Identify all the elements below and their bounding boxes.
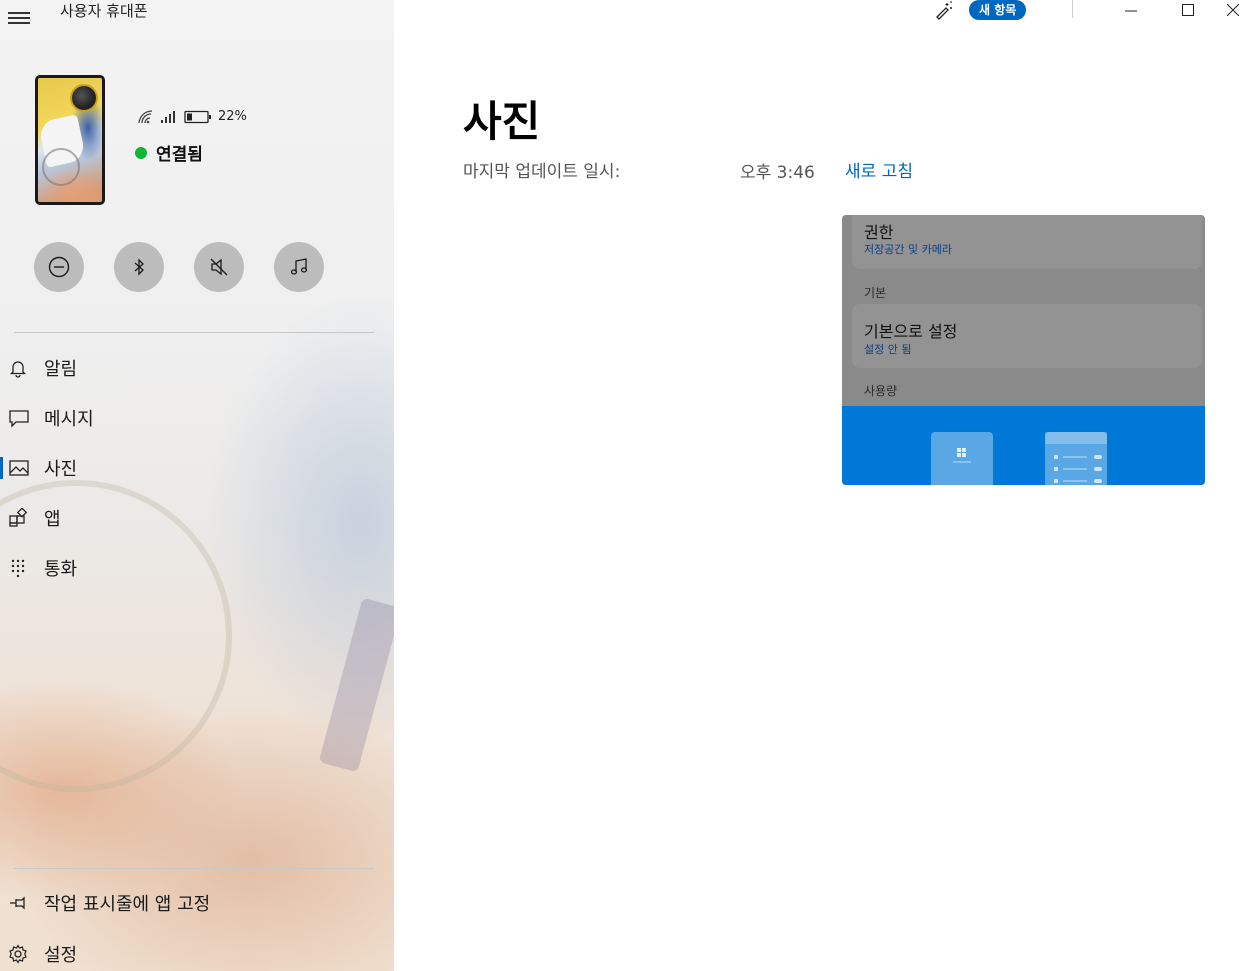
app-title: 사용자 휴대폰: [60, 2, 148, 20]
wifi-icon: [138, 109, 153, 123]
default-title: 기본으로 설정: [864, 322, 958, 341]
sidebar: 사용자 휴대폰 22% 연결됨 알림 메시지 사진 앱 통화 작업 표시줄에 앱…: [0, 0, 394, 971]
pin-to-taskbar-item[interactable]: 작업 표시줄에 앱 고정: [0, 883, 394, 923]
section-default-label: 기본: [864, 286, 887, 300]
wallpaper-decoration-2: [318, 597, 394, 773]
minus-circle-icon: [48, 256, 70, 278]
sidebar-item-label: 통화: [44, 559, 78, 580]
battery-level: 22%: [218, 109, 247, 124]
phone-thumbnail[interactable]: [35, 75, 105, 205]
pin-icon: [10, 896, 25, 910]
connection-status: 연결됨: [135, 140, 203, 165]
hamburger-menu-icon[interactable]: [8, 6, 30, 24]
photo-icon: [9, 460, 29, 476]
page-title: 사진: [463, 97, 541, 146]
settings-illustration: [1045, 432, 1107, 485]
media-button[interactable]: [274, 242, 324, 292]
sidebar-divider-top: [14, 332, 374, 333]
refresh-link[interactable]: 새로 고침: [845, 157, 913, 182]
sidebar-item-label: 메시지: [44, 409, 94, 430]
sidebar-item-apps[interactable]: 앱: [0, 498, 394, 538]
permission-title: 권한: [864, 223, 894, 242]
sidebar-item-label: 사진: [44, 459, 78, 480]
sidebar-item-label: 앱: [44, 509, 61, 530]
sidebar-item-calls[interactable]: 통화: [0, 548, 394, 588]
sidebar-item-photos[interactable]: 사진: [0, 448, 394, 488]
bluetooth-icon: [134, 258, 144, 276]
sidebar-item-label: 작업 표시줄에 앱 고정: [44, 894, 211, 915]
battery-icon: [184, 110, 211, 123]
sidebar-item-messages[interactable]: 메시지: [0, 398, 394, 438]
minimize-button[interactable]: [1108, 0, 1154, 20]
window-illustration: [931, 432, 993, 485]
section-usage-label: 사용량: [864, 384, 898, 398]
magic-wand-icon: [936, 1, 952, 20]
new-items-badge[interactable]: 새 항목: [969, 0, 1027, 20]
gear-icon: [9, 944, 27, 964]
sidebar-item-label: 알림: [44, 359, 78, 380]
sidebar-divider-bottom: [14, 868, 374, 869]
dialpad-icon: [11, 559, 25, 578]
maximize-button[interactable]: [1165, 0, 1211, 20]
do-not-disturb-button[interactable]: [34, 242, 84, 292]
mute-button[interactable]: [194, 242, 244, 292]
magic-wand-button[interactable]: [934, 0, 954, 24]
music-note-icon: [290, 258, 308, 275]
default-subtitle: 설정 안 됨: [864, 343, 912, 356]
bell-icon: [9, 361, 27, 378]
sidebar-item-label: 설정: [44, 945, 78, 966]
minimize-icon: [1125, 10, 1137, 12]
sidebar-item-notifications[interactable]: 알림: [0, 348, 394, 388]
connection-label: 연결됨: [156, 145, 203, 165]
speaker-mute-icon: [210, 258, 228, 276]
chat-icon: [9, 410, 29, 428]
maximize-icon: [1182, 4, 1194, 16]
default-row: 기본으로 설정 설정 안 됨: [852, 304, 1202, 368]
close-button[interactable]: [1215, 0, 1251, 20]
titlebar-separator: [1072, 0, 1073, 18]
settings-item[interactable]: 설정: [0, 934, 394, 971]
list-illustration-icon: [1045, 432, 1107, 483]
last-update-time: 오후 3:46: [740, 163, 815, 183]
settings-preview-card: 권한 저장공간 및 카메라 기본 기본으로 설정 설정 안 됨 사용량: [842, 215, 1205, 485]
last-update-label: 마지막 업데이트 일시:: [463, 162, 621, 182]
windows-logo-icon: [953, 448, 971, 463]
permission-row: 권한 저장공간 및 카메라: [852, 215, 1202, 269]
illustration-banner: [842, 406, 1205, 485]
signal-icon: [161, 110, 175, 123]
apps-icon: [9, 508, 28, 527]
close-icon: [1227, 4, 1239, 16]
bluetooth-button[interactable]: [114, 242, 164, 292]
status-dot-icon: [135, 146, 147, 159]
device-status: 22%: [138, 109, 247, 124]
permission-subtitle: 저장공간 및 카메라: [864, 243, 952, 256]
